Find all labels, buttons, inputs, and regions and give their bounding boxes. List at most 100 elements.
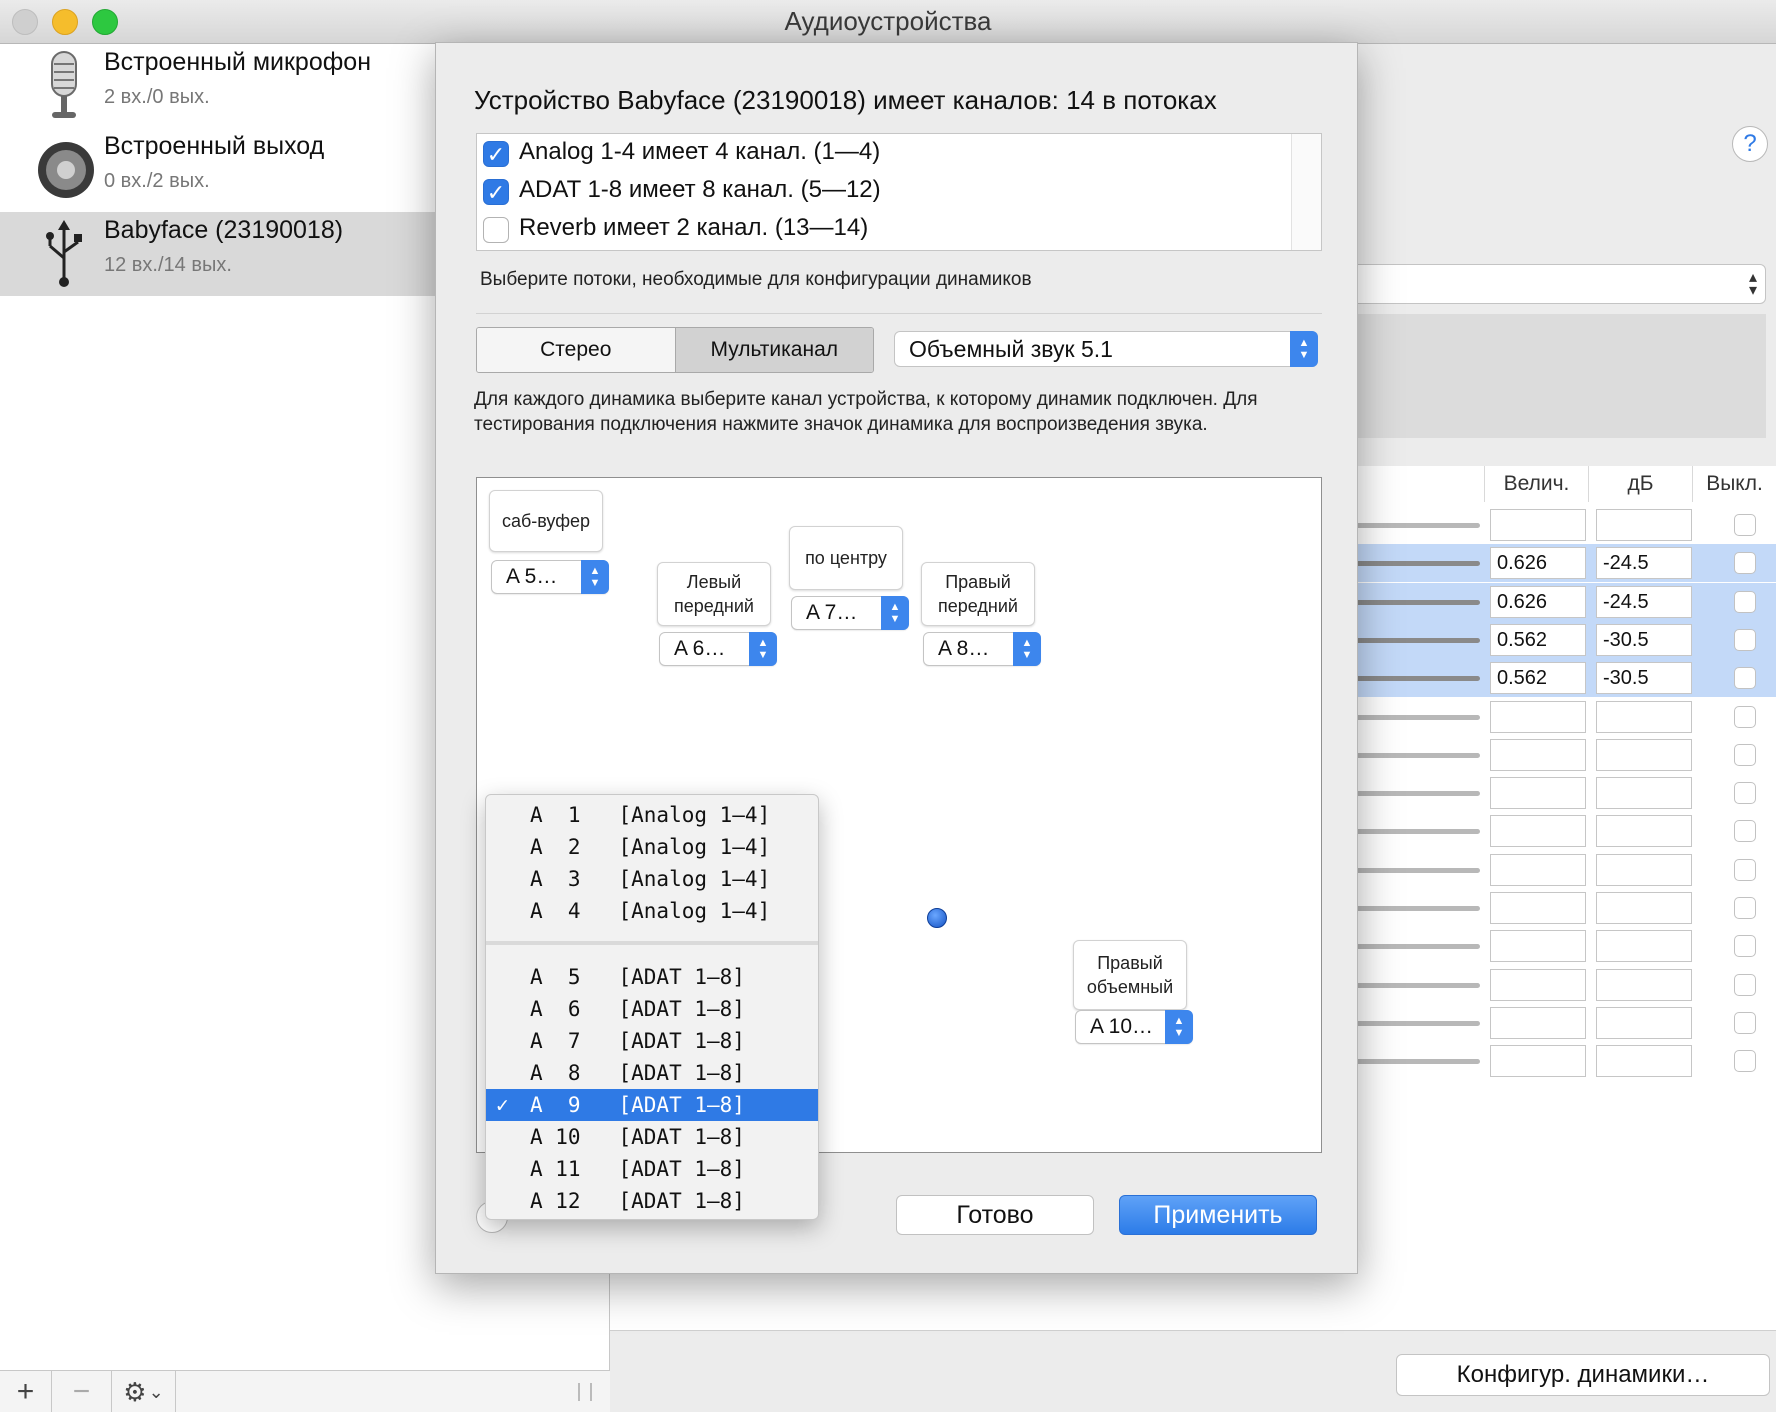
menu-item-label: A 7 [ADAT 1–8]: [530, 1029, 745, 1053]
db-field[interactable]: [1596, 700, 1692, 733]
db-field[interactable]: -30.5: [1596, 662, 1692, 695]
mode-stereo-tab[interactable]: Стерео: [477, 328, 675, 372]
mute-checkbox[interactable]: [1734, 743, 1756, 766]
speaker-center[interactable]: по центру: [789, 526, 903, 590]
channel-value: A 8…: [938, 637, 990, 660]
db-field[interactable]: [1596, 815, 1692, 848]
mute-checkbox[interactable]: [1734, 590, 1756, 613]
streams-scrollbar[interactable]: [1291, 134, 1321, 250]
value-field[interactable]: [1490, 1045, 1586, 1078]
speaker-label: саб-вуфер: [501, 511, 591, 531]
mute-checkbox[interactable]: [1734, 973, 1756, 996]
value-field[interactable]: 0.562: [1490, 623, 1586, 656]
mute-checkbox[interactable]: [1734, 820, 1756, 843]
value-field[interactable]: [1490, 777, 1586, 810]
value-field[interactable]: [1490, 700, 1586, 733]
stream-checkbox[interactable]: ✓: [483, 141, 509, 167]
clock-source-select[interactable]: ▴ ▾: [1340, 264, 1766, 304]
channel-select-subwoofer[interactable]: A 5… ▲ ▼: [491, 560, 609, 594]
speaker-config-value: Объемный звук 5.1: [909, 336, 1113, 362]
db-field[interactable]: [1596, 1006, 1692, 1039]
value-field[interactable]: [1490, 738, 1586, 771]
stream-item-adat[interactable]: ✓ ADAT 1-8 имеет 8 канал. (5—12): [483, 174, 1283, 212]
device-io: 2 вх./0 вых.: [104, 86, 210, 108]
mute-checkbox[interactable]: [1734, 935, 1756, 958]
mute-checkbox[interactable]: [1734, 628, 1756, 651]
channel-value: A 6…: [674, 637, 726, 660]
channel-select-left-front[interactable]: A 6… ▲ ▼: [659, 632, 777, 666]
db-field[interactable]: -24.5: [1596, 585, 1692, 618]
speaker-right-surround[interactable]: Правый объемный: [1073, 940, 1187, 1010]
menu-item[interactable]: A 4 [Analog 1–4]: [486, 895, 818, 927]
updown-chevron-icon: ▲ ▼: [881, 596, 909, 630]
listener-position-dot: [927, 908, 947, 928]
channel-select-right-front[interactable]: A 8… ▲ ▼: [923, 632, 1041, 666]
stream-item-reverb[interactable]: Reverb имеет 2 канал. (13—14): [483, 212, 1283, 250]
help-button[interactable]: ?: [1732, 126, 1768, 162]
value-field[interactable]: [1490, 930, 1586, 963]
value-field[interactable]: [1490, 892, 1586, 924]
value-field[interactable]: [1490, 815, 1586, 848]
title-bar: Аудиоустройства: [0, 0, 1776, 44]
remove-device-button[interactable]: −: [52, 1371, 112, 1412]
menu-item[interactable]: A 1 [Analog 1–4]: [486, 799, 818, 831]
apply-button[interactable]: Применить: [1119, 1195, 1317, 1235]
done-button[interactable]: Готово: [896, 1195, 1094, 1235]
mute-checkbox[interactable]: [1734, 1011, 1756, 1034]
db-field[interactable]: [1596, 930, 1692, 963]
mute-checkbox[interactable]: [1734, 514, 1756, 536]
speaker-left-front[interactable]: Левый передний: [657, 562, 771, 626]
updown-chevron-icon: ▲ ▼: [1290, 331, 1318, 367]
value-field[interactable]: [1490, 509, 1586, 541]
menu-item[interactable]: A 5 [ADAT 1–8]: [486, 961, 818, 993]
speaker-subwoofer[interactable]: саб-вуфер: [489, 490, 603, 552]
configure-speakers-button[interactable]: Конфигур. динамики…: [1396, 1354, 1770, 1396]
db-field[interactable]: [1596, 509, 1692, 541]
stream-item-analog[interactable]: ✓ Analog 1-4 имеет 4 канал. (1—4): [483, 136, 1283, 174]
mode-multichannel-tab[interactable]: Мультиканал: [674, 328, 873, 372]
db-field[interactable]: [1596, 892, 1692, 924]
db-field[interactable]: [1596, 968, 1692, 1001]
menu-item[interactable]: A 11 [ADAT 1–8]: [486, 1153, 818, 1185]
db-field[interactable]: -24.5: [1596, 547, 1692, 580]
device-name: Встроенный выход: [104, 132, 325, 160]
db-field[interactable]: [1596, 777, 1692, 810]
value-field[interactable]: [1490, 853, 1586, 886]
speaker-right-front[interactable]: Правый передний: [921, 562, 1035, 626]
menu-item[interactable]: A 2 [Analog 1–4]: [486, 831, 818, 863]
db-field[interactable]: -30.5: [1596, 623, 1692, 656]
updown-chevron-icon: ▲ ▼: [749, 632, 777, 666]
resize-handle[interactable]: [578, 1383, 592, 1401]
device-name: Babyface (23190018): [104, 216, 344, 244]
menu-item[interactable]: A 10 [ADAT 1–8]: [486, 1121, 818, 1153]
menu-item[interactable]: A 7 [ADAT 1–8]: [486, 1025, 818, 1057]
mute-checkbox[interactable]: [1734, 858, 1756, 881]
mute-checkbox[interactable]: [1734, 897, 1756, 919]
channel-select-right-surround[interactable]: A 10… ▲ ▼: [1075, 1010, 1193, 1044]
mute-checkbox[interactable]: [1734, 552, 1756, 575]
db-field[interactable]: [1596, 738, 1692, 771]
speaker-label: Правый передний: [938, 572, 1018, 616]
stream-checkbox[interactable]: [483, 217, 509, 243]
add-device-button[interactable]: +: [0, 1371, 52, 1412]
menu-item[interactable]: A 12 [ADAT 1–8]: [486, 1185, 818, 1217]
stream-checkbox[interactable]: ✓: [483, 179, 509, 205]
action-menu-button[interactable]: ⚙ ⌄: [112, 1371, 176, 1412]
mute-checkbox[interactable]: [1734, 1050, 1756, 1073]
value-field[interactable]: [1490, 1006, 1586, 1039]
value-field[interactable]: 0.626: [1490, 585, 1586, 618]
db-field[interactable]: [1596, 853, 1692, 886]
value-field[interactable]: 0.626: [1490, 547, 1586, 580]
mute-checkbox[interactable]: [1734, 667, 1756, 690]
value-field[interactable]: [1490, 968, 1586, 1001]
menu-item[interactable]: A 6 [ADAT 1–8]: [486, 993, 818, 1025]
menu-item[interactable]: ✓ A 9 [ADAT 1–8]: [486, 1089, 818, 1121]
menu-item[interactable]: A 3 [Analog 1–4]: [486, 863, 818, 895]
channel-select-center[interactable]: A 7… ▲ ▼: [791, 596, 909, 630]
value-field[interactable]: 0.562: [1490, 662, 1586, 695]
db-field[interactable]: [1596, 1045, 1692, 1078]
menu-item[interactable]: A 8 [ADAT 1–8]: [486, 1057, 818, 1089]
mute-checkbox[interactable]: [1734, 705, 1756, 728]
speaker-config-select[interactable]: Объемный звук 5.1 ▲ ▼: [894, 331, 1318, 367]
mute-checkbox[interactable]: [1734, 782, 1756, 805]
